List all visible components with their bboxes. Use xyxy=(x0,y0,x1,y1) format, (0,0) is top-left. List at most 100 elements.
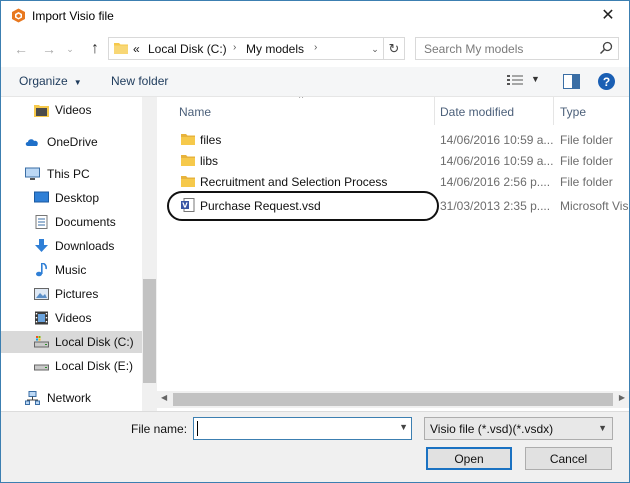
file-type: File folder xyxy=(560,133,613,147)
title-bar[interactable]: Import Visio file ✕ xyxy=(1,1,629,31)
close-button[interactable]: ✕ xyxy=(593,3,623,27)
folder-icon xyxy=(181,176,195,187)
computer-icon xyxy=(25,167,40,180)
sidebar-item-onedrive[interactable]: OneDrive xyxy=(1,131,142,153)
sidebar-item-music[interactable]: Music xyxy=(1,259,142,281)
file-row-files[interactable]: files 14/06/2016 10:59 a... File folder xyxy=(157,129,629,150)
sidebar-item-label: Videos xyxy=(55,311,92,325)
window-title: Import Visio file xyxy=(32,9,114,23)
drive-icon xyxy=(34,364,49,371)
open-button[interactable]: Open xyxy=(426,447,512,470)
file-type-value: Visio file (*.vsd)(*.vsdx) xyxy=(430,422,554,436)
sidebar-item-label: Pictures xyxy=(55,287,99,301)
music-icon xyxy=(36,263,47,277)
back-button[interactable]: ← xyxy=(11,39,31,59)
file-date: 14/06/2016 10:59 a... xyxy=(440,133,554,147)
file-name: libs xyxy=(200,154,219,168)
documents-icon xyxy=(35,215,48,229)
folder-video-icon xyxy=(34,105,49,117)
chevron-down-icon: ⌄ xyxy=(371,43,379,54)
sidebar-item-label: Local Disk (C:) xyxy=(55,335,134,349)
file-name-input[interactable]: ▼ xyxy=(193,417,412,440)
sidebar-item-label: Music xyxy=(55,263,87,277)
file-name-label: File name: xyxy=(131,422,188,436)
file-type-select[interactable]: Visio file (*.vsd)(*.vsdx) ▼ xyxy=(424,417,613,440)
sidebar-item-local-disk-c[interactable]: Local Disk (C:) xyxy=(1,331,142,353)
breadcrumb-my-models[interactable]: My models xyxy=(246,42,304,56)
up-button[interactable]: ↑ xyxy=(85,39,105,59)
sidebar-item-label: Videos xyxy=(55,103,92,117)
arrow-right-icon: → xyxy=(42,41,56,57)
new-folder-button[interactable]: New folder xyxy=(111,74,168,88)
sidebar-item-desktop[interactable]: Desktop xyxy=(1,187,142,209)
forward-button[interactable]: → xyxy=(39,39,59,59)
file-type: Microsoft Visi xyxy=(560,199,629,213)
file-list-horizontal-scrollbar[interactable]: ◀ ▶ xyxy=(157,391,629,408)
refresh-icon: ↻ xyxy=(388,40,400,56)
cancel-button[interactable]: Cancel xyxy=(525,447,612,470)
help-label: ? xyxy=(602,74,611,89)
navigation-pane: Videos OneDrive This PC Desktop Document… xyxy=(1,97,157,411)
pictures-icon xyxy=(34,288,49,300)
horizontal-scroll-thumb[interactable] xyxy=(173,393,613,406)
recent-locations-button[interactable]: ⌄ xyxy=(63,39,77,59)
sidebar-scroll-thumb[interactable] xyxy=(143,279,156,383)
sidebar-item-local-disk-e[interactable]: Local Disk (E:) xyxy=(1,355,142,377)
column-header-name[interactable]: Name xyxy=(157,97,434,125)
breadcrumb-local-disk-c[interactable]: Local Disk (C:) xyxy=(148,42,227,56)
sidebar-item-label: Desktop xyxy=(55,191,100,205)
downloads-icon xyxy=(35,239,48,252)
sidebar-item-downloads[interactable]: Downloads xyxy=(1,235,142,257)
scroll-right-icon[interactable]: ▶ xyxy=(619,393,625,402)
sidebar-item-network[interactable]: Network xyxy=(1,387,142,409)
search-input[interactable]: Search My models xyxy=(415,37,619,60)
sidebar-item-label: OneDrive xyxy=(47,135,98,149)
chevron-down-icon[interactable]: ▼ xyxy=(399,422,408,432)
breadcrumb-separator[interactable]: › xyxy=(233,42,236,53)
file-list: ^ Name Date modified Type files 14/06/20… xyxy=(157,97,629,411)
help-icon[interactable]: ? xyxy=(598,73,615,90)
import-visio-dialog: Import Visio file ✕ ← → ⌄ ↑ « Local Disk… xyxy=(0,0,630,483)
organize-label: Organize xyxy=(19,74,68,88)
breadcrumb-separator[interactable]: › xyxy=(314,42,317,53)
column-header-label: Name xyxy=(179,105,212,119)
view-options-icon[interactable] xyxy=(507,75,523,88)
column-header-type[interactable]: Type xyxy=(554,97,629,125)
visio-app-icon xyxy=(12,8,25,23)
column-header-label: Type xyxy=(560,105,587,119)
cloud-icon xyxy=(25,139,38,146)
sidebar-item-label: Downloads xyxy=(55,239,115,253)
folder-icon xyxy=(181,155,195,166)
organize-button[interactable]: Organize ▼ xyxy=(19,74,82,88)
footer-panel: File name: ▼ Visio file (*.vsd)(*.vsdx) … xyxy=(1,411,629,482)
sidebar-item-label: This PC xyxy=(47,167,90,181)
sidebar-scrollbar[interactable] xyxy=(142,97,157,411)
search-icon xyxy=(599,41,613,55)
file-date: 14/06/2016 10:59 a... xyxy=(440,154,554,168)
sidebar-item-videos[interactable]: Videos xyxy=(1,307,142,329)
sidebar-item-documents[interactable]: Documents xyxy=(1,211,142,233)
refresh-button[interactable]: ↻ xyxy=(383,38,404,59)
scroll-left-icon[interactable]: ◀ xyxy=(161,393,167,402)
annotation-highlight-circle xyxy=(167,191,439,221)
sidebar-item-pictures[interactable]: Pictures xyxy=(1,283,142,305)
sidebar-item-label: Network xyxy=(47,391,92,405)
close-icon: ✕ xyxy=(601,7,615,24)
search-placeholder: Search My models xyxy=(424,42,524,56)
sidebar-item-label: Local Disk (E:) xyxy=(55,359,134,373)
file-date: 31/03/2013 2:35 p.... xyxy=(440,199,551,213)
view-dropdown-icon[interactable]: ▼ xyxy=(531,74,540,84)
arrow-left-icon: ← xyxy=(14,41,28,57)
address-bar[interactable]: « Local Disk (C:) › My models › ⌄ ↻ xyxy=(108,37,405,60)
file-row-recruitment[interactable]: Recruitment and Selection Process 14/06/… xyxy=(157,171,629,192)
preview-pane-icon[interactable] xyxy=(563,74,580,89)
address-overflow[interactable]: « xyxy=(133,42,140,56)
file-type: File folder xyxy=(560,175,613,189)
column-header-date[interactable]: Date modified xyxy=(435,97,553,125)
chevron-down-icon: ▼ xyxy=(598,423,607,433)
drive-icon xyxy=(34,336,49,348)
address-dropdown[interactable]: ⌄ xyxy=(368,41,382,57)
file-row-libs[interactable]: libs 14/06/2016 10:59 a... File folder xyxy=(157,150,629,171)
sidebar-item-videos-quick[interactable]: Videos xyxy=(1,99,142,121)
sidebar-item-this-pc[interactable]: This PC xyxy=(1,163,142,185)
